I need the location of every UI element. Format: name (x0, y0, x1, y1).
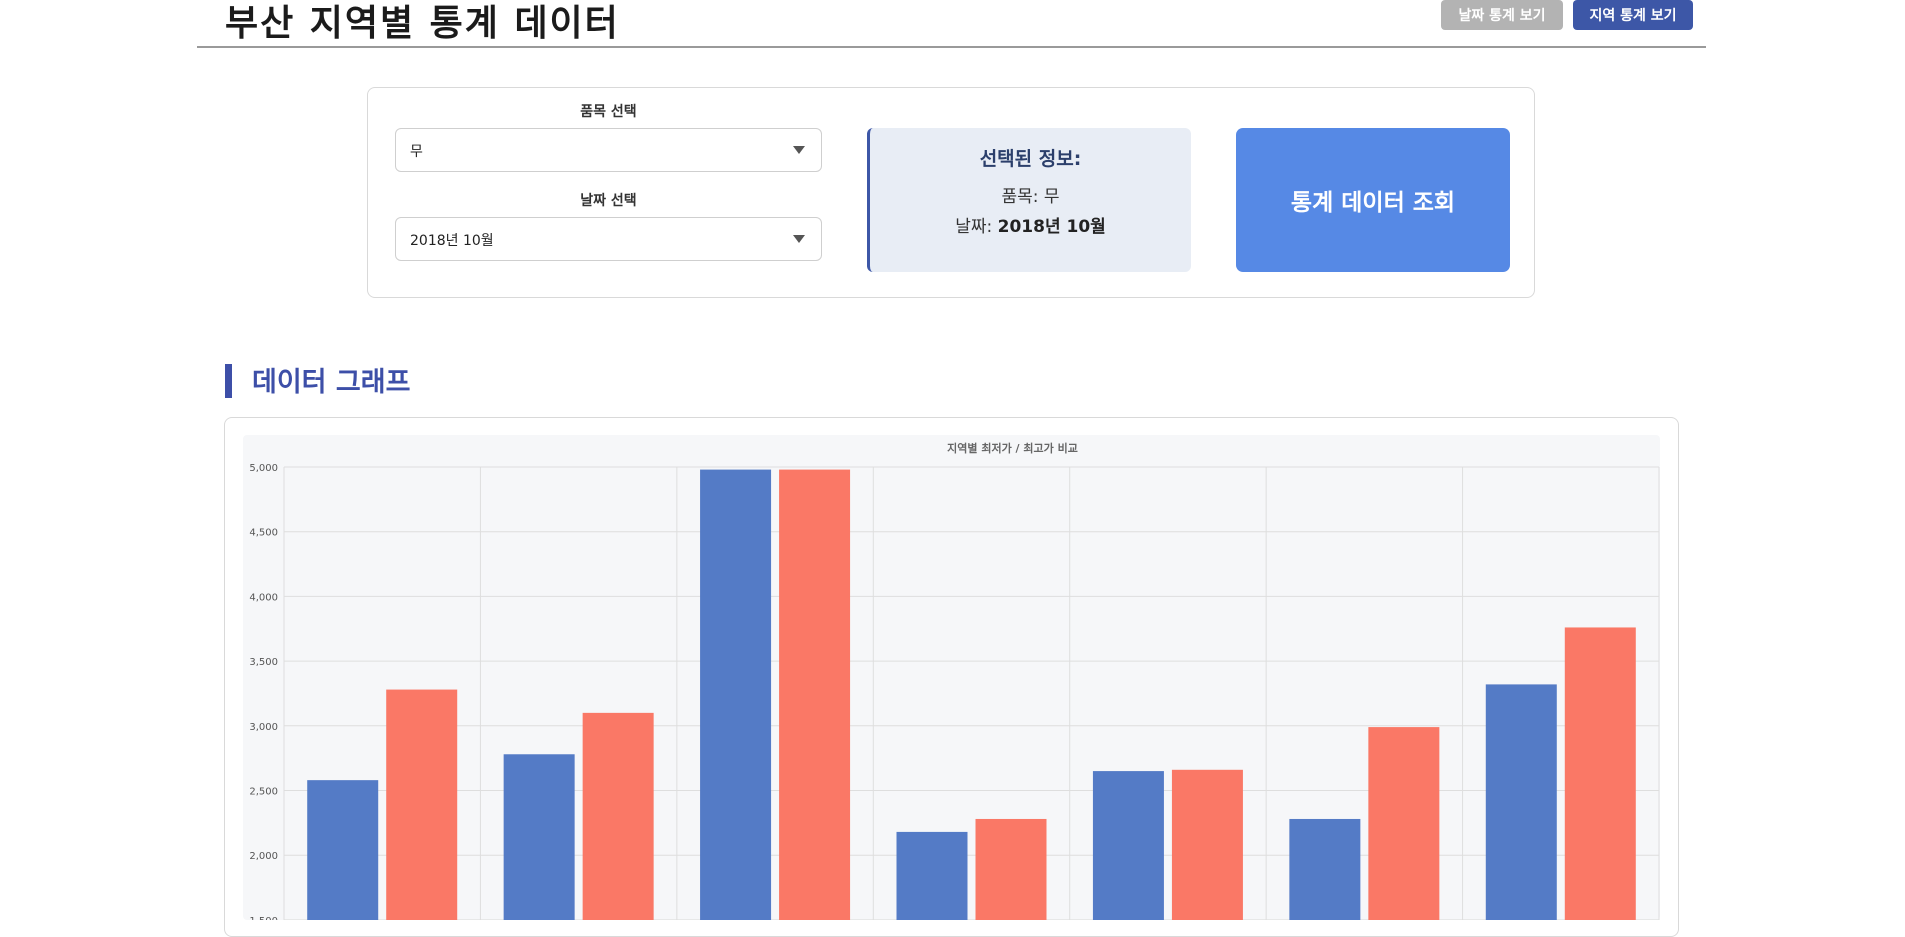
bar-min-price (1485, 684, 1557, 920)
date-select-value: 2018년 10월 (410, 233, 494, 249)
chart-title: 지역별 최저가 / 최고가 비교 (947, 441, 1078, 455)
date-select[interactable]: 2018년 10월 (395, 217, 822, 261)
item-select[interactable]: 무 (395, 128, 822, 172)
y-tick-label: 3,000 (249, 722, 278, 733)
control-panel: 품목 선택 무 날짜 선택 2018년 10월 선택된 정보: 품목: 무 날짜… (367, 87, 1535, 298)
y-tick-label: 2,500 (249, 787, 278, 798)
region-stats-button[interactable]: 지역 통계 보기 (1573, 0, 1693, 30)
bar-chart: 지역별 최저가 / 최고가 비교 1,500 2,000 2,500 3,000 3,50… (243, 435, 1660, 920)
bar-max-price (975, 818, 1047, 920)
y-tick-label: 4,500 (249, 528, 278, 539)
section-title: 데이터 그래프 (252, 367, 411, 398)
y-tick-label: 3,500 (249, 657, 278, 668)
bar-max-price (1171, 769, 1243, 920)
bar-min-price (896, 831, 968, 920)
selected-date-prefix: 날짜: (955, 217, 998, 237)
bar-max-price (1368, 727, 1440, 920)
y-tick-label: 2,000 (249, 851, 278, 862)
item-select-label: 품목 선택 (580, 104, 637, 120)
chevron-down-icon (793, 146, 805, 154)
bar-max-price (1564, 627, 1636, 920)
selected-date-value: 2018년 10월 (997, 217, 1106, 237)
selected-info-title: 선택된 정보: (979, 148, 1082, 170)
section-accent-bar (225, 364, 232, 398)
bar-min-price (503, 754, 575, 920)
bar-max-price (582, 712, 654, 920)
selected-item-prefix: 품목: (1001, 187, 1044, 207)
selected-info-card: 선택된 정보: 품목: 무 날짜: 2018년 10월 (867, 128, 1191, 272)
page-title: 부산 지역별 통계 데이터 (225, 3, 620, 44)
bar-min-price (1092, 771, 1164, 920)
y-tick-label: 5,000 (249, 463, 278, 474)
item-select-value: 무 (410, 144, 423, 160)
bar-min-price (700, 469, 772, 920)
date-select-label: 날짜 선택 (580, 193, 637, 209)
chevron-down-icon (793, 235, 805, 243)
y-tick-label: 1,500 (249, 916, 278, 920)
bar-max-price (386, 689, 458, 920)
date-stats-button[interactable]: 날짜 통계 보기 (1441, 0, 1563, 30)
query-stats-button[interactable]: 통계 데이터 조회 (1236, 128, 1510, 272)
selected-item-row: 품목: 무 (870, 182, 1191, 207)
selected-date-row: 날짜: 2018년 10월 (870, 212, 1191, 237)
bar-min-price (307, 780, 379, 920)
bar-max-price (779, 469, 851, 920)
page-header: 부산 지역별 통계 데이터 날짜 통계 보기 지역 통계 보기 (197, 0, 1706, 48)
y-tick-label: 4,000 (249, 592, 278, 603)
selected-item-value: 무 (1043, 187, 1060, 207)
bar-min-price (1289, 818, 1361, 920)
